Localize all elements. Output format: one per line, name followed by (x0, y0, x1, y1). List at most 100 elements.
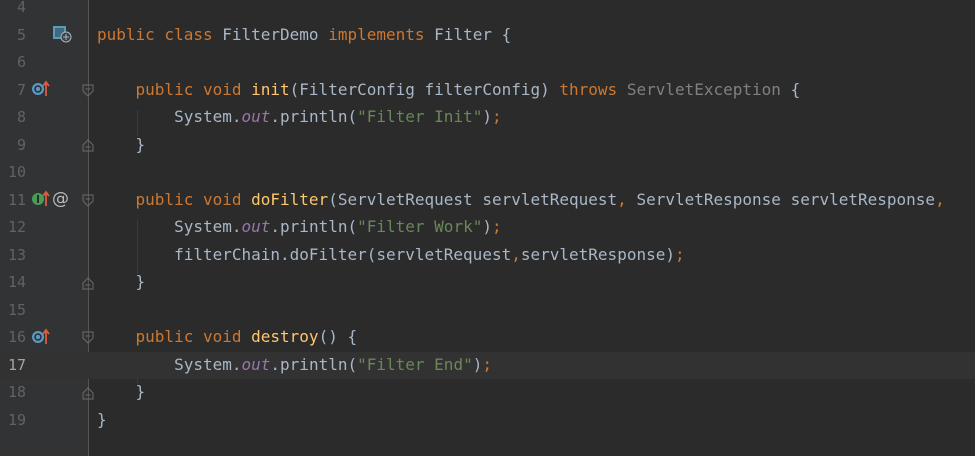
code-token: ) (482, 107, 492, 126)
fold-close-icon[interactable] (82, 137, 94, 156)
code-token: public void (97, 79, 252, 99)
code-token: ; (674, 244, 685, 264)
code-text: System.out.println("Filter End"); (97, 355, 492, 374)
line-number: 17 (7, 355, 26, 374)
fold-close-icon[interactable] (82, 275, 94, 294)
code-text: filterChain.doFilter(servletRequest,serv… (97, 245, 685, 264)
annotation-at-icon[interactable]: @ (52, 189, 69, 209)
line-number: 8 (16, 108, 26, 126)
code-line[interactable]: 16 public void destroy() { (0, 324, 975, 352)
code-text: public void init(FilterConfig filterConf… (97, 79, 801, 99)
line-number: 13 (7, 245, 26, 264)
code-token: } (97, 409, 107, 429)
code-token: ServletException (626, 79, 791, 99)
code-text: } (97, 382, 146, 401)
override-method-icon[interactable] (31, 328, 51, 350)
code-token: (FilterConfig filterConfig) (289, 79, 560, 99)
code-line[interactable]: 12 System.out.println("Filter Work"); (0, 214, 975, 242)
code-line[interactable]: 19} (0, 407, 975, 435)
code-line[interactable]: 9 } (0, 132, 975, 160)
code-text: System.out.println("Filter Work"); (97, 217, 502, 236)
code-token: "Filter End" (357, 354, 473, 374)
code-line[interactable]: 5 public class FilterDemo implements Filt… (0, 22, 975, 50)
code-token: ; (491, 107, 502, 126)
code-token: .println( (270, 217, 358, 236)
code-token: out (241, 354, 271, 374)
code-token: servletResponse) (520, 244, 675, 264)
code-line[interactable]: 7 public void init(FilterConfig filterCo… (0, 77, 975, 105)
code-line[interactable]: 14 } (0, 269, 975, 297)
code-token: } (97, 272, 146, 291)
line-number: 14 (7, 273, 26, 291)
line-number: 19 (7, 410, 26, 429)
code-token: (ServletRequest servletRequest (328, 189, 618, 209)
code-token: filterChain.doFilter(servletRequest (97, 244, 512, 264)
code-token: public void (97, 327, 252, 346)
code-token: init (251, 79, 290, 99)
code-token: throws (559, 79, 627, 99)
code-token: destroy (251, 327, 319, 346)
line-number: 5 (16, 25, 26, 44)
code-token: , (511, 244, 521, 264)
code-token: implements (328, 24, 435, 44)
line-number: 7 (16, 80, 26, 99)
code-token: ) (482, 217, 492, 236)
code-text: } (97, 134, 146, 154)
code-token: out (241, 107, 271, 126)
code-text: public void destroy() { (97, 327, 358, 346)
code-token: ; (482, 354, 492, 374)
code-line[interactable]: 11 public void doFilter(ServletRequest s… (0, 187, 975, 215)
code-line[interactable]: 6 (0, 49, 975, 77)
code-token: "Filter Work" (357, 217, 483, 236)
code-token: System. (97, 107, 242, 126)
line-number: 16 (7, 328, 26, 346)
code-line[interactable]: 13 filterChain.doFilter(servletRequest,s… (0, 242, 975, 270)
code-token: , (935, 189, 945, 209)
code-editor[interactable]: 4 5 public class FilterDemo implements Fil… (0, 0, 975, 456)
code-token: ) (472, 354, 483, 374)
code-token: ; (491, 217, 502, 236)
fold-open-icon[interactable] (82, 330, 94, 349)
code-token: () { (318, 327, 358, 346)
code-token: public class (97, 24, 223, 44)
code-token: System. (97, 354, 242, 374)
code-token: public void (97, 189, 252, 209)
code-token: "Filter Init" (357, 107, 483, 126)
line-number: 4 (16, 0, 26, 16)
code-token: System. (97, 217, 242, 236)
code-text: System.out.println("Filter Init"); (97, 107, 502, 126)
code-token: , (617, 189, 637, 209)
override-method-icon[interactable] (31, 80, 51, 102)
line-number: 10 (7, 163, 26, 181)
code-line[interactable]: 8 System.out.println("Filter Init"); (0, 104, 975, 132)
code-text: } (97, 272, 146, 291)
code-token: } (97, 382, 146, 401)
code-line[interactable]: 4 (0, 0, 975, 22)
fold-close-icon[interactable] (82, 385, 94, 404)
line-number: 6 (16, 53, 26, 71)
line-number: 15 (7, 300, 26, 319)
line-number: 18 (7, 383, 26, 401)
implement-method-icon[interactable] (31, 190, 51, 212)
code-line[interactable]: 18 } (0, 379, 975, 407)
line-number: 9 (16, 135, 26, 154)
code-line[interactable]: 15 (0, 297, 975, 325)
code-token: Filter { (434, 24, 512, 44)
code-token: out (241, 217, 271, 236)
code-token: { (790, 79, 801, 99)
code-token: FilterDemo (222, 24, 329, 44)
code-text: public class FilterDemo implements Filte… (97, 25, 511, 44)
code-token: doFilter (251, 189, 329, 209)
code-line[interactable]: 10 (0, 159, 975, 187)
code-token: .println( (270, 354, 358, 374)
fold-open-icon[interactable] (82, 83, 94, 102)
code-line[interactable]: 17 System.out.println("Filter End"); (0, 351, 975, 379)
code-text: public void doFilter(ServletRequest serv… (97, 190, 945, 209)
fold-open-icon[interactable] (82, 193, 94, 212)
code-token: } (97, 134, 146, 154)
code-token: ServletResponse servletResponse (636, 189, 936, 209)
code-text: } (97, 410, 107, 429)
line-number: 12 (7, 218, 26, 236)
code-token: .println( (270, 107, 358, 126)
class-implements-icon[interactable] (52, 25, 72, 47)
